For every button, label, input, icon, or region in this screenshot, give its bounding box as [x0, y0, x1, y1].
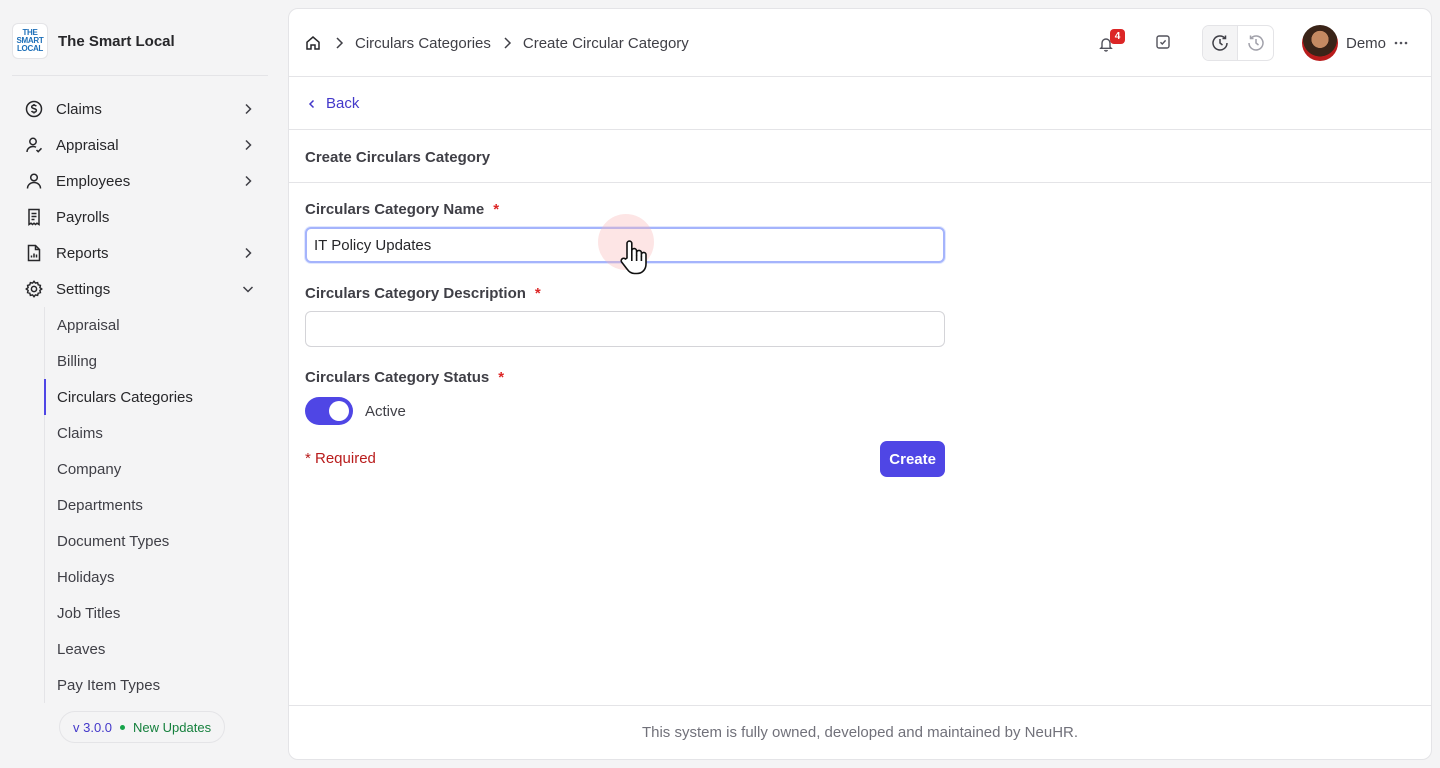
settings-item-appraisal[interactable]: Appraisal: [45, 307, 264, 343]
settings-item-holidays[interactable]: Holidays: [45, 559, 264, 595]
sidebar-item-reports[interactable]: Reports: [24, 235, 264, 271]
receipt-icon: [24, 207, 44, 227]
required-note: * Required: [305, 450, 376, 467]
status-label: Circulars Category Status *: [305, 367, 945, 387]
create-button[interactable]: Create: [880, 441, 945, 477]
back-label: Back: [326, 95, 360, 112]
sidebar: THE SMART LOCAL The Smart Local Claims A…: [0, 0, 288, 768]
more-horizontal-icon: [1394, 41, 1408, 45]
clock-in-button[interactable]: [1203, 26, 1239, 60]
user-name[interactable]: Demo: [1346, 35, 1386, 52]
page-title: Create Circulars Category: [305, 149, 491, 166]
name-label-text: Circulars Category Name: [305, 200, 485, 218]
sidebar-item-employees[interactable]: Employees: [24, 163, 264, 199]
required-asterisk: *: [493, 200, 500, 218]
footer-text: This system is fully owned, developed an…: [641, 724, 1079, 741]
create-category-form: Circulars Category Name * Circulars Cate…: [305, 199, 945, 477]
chevron-right-icon: [499, 35, 515, 51]
settings-item-billing[interactable]: Billing: [45, 343, 264, 379]
gear-icon: [24, 279, 44, 299]
sidebar-item-label: Appraisal: [56, 136, 119, 154]
sidebar-item-label: Settings: [56, 280, 111, 298]
brand[interactable]: THE SMART LOCAL The Smart Local: [12, 23, 175, 59]
user-icon: [24, 171, 44, 191]
brand-logo-line-3: LOCAL: [16, 44, 44, 53]
breadcrumb-current-page: Create Circular Category: [522, 34, 689, 52]
chevron-left-icon: [308, 99, 315, 108]
report-file-icon: [24, 243, 44, 263]
chevron-down-icon: [242, 286, 254, 293]
status-value: Active: [365, 402, 406, 420]
description-field-group: Circulars Category Description *: [305, 283, 945, 347]
category-description-input[interactable]: [305, 311, 945, 347]
footer: This system is fully owned, developed an…: [289, 705, 1431, 759]
form-actions: * Required Create: [305, 441, 945, 477]
sidebar-item-payrolls[interactable]: Payrolls: [24, 199, 264, 235]
sidebar-item-settings[interactable]: Settings: [24, 271, 264, 307]
settings-item-pay-item-types[interactable]: Pay Item Types: [45, 667, 264, 703]
chevron-right-icon: [245, 139, 252, 151]
sidebar-item-label: Reports: [56, 244, 109, 262]
user-check-icon: [24, 135, 44, 155]
sidebar-item-label: Payrolls: [56, 208, 110, 226]
breadcrumb-circulars-categories[interactable]: Circulars Categories: [355, 35, 491, 52]
settings-subnav: Appraisal Billing Circulars Categories C…: [44, 307, 264, 703]
settings-item-company[interactable]: Company: [45, 451, 264, 487]
sidebar-nav: Claims Appraisal Employees Payrolls Repo…: [24, 91, 264, 307]
title-row: Create Circulars Category: [289, 130, 1431, 183]
notification-count-badge: 4: [1110, 29, 1125, 44]
status-field-group: Circulars Category Status * Active: [305, 367, 945, 425]
name-label: Circulars Category Name *: [305, 199, 945, 219]
description-label-text: Circulars Category Description: [305, 284, 526, 302]
chevron-right-icon: [245, 103, 252, 115]
sidebar-divider: [12, 75, 268, 76]
status-toggle[interactable]: [305, 397, 353, 425]
status-label-text: Circulars Category Status: [305, 368, 490, 386]
notifications-button[interactable]: 4: [1098, 29, 1125, 53]
brand-name: The Smart Local: [58, 32, 175, 50]
back-row: Back: [289, 77, 1431, 130]
settings-item-circulars-categories[interactable]: Circulars Categories: [44, 379, 264, 415]
version-pill[interactable]: v 3.0.0 New Updates: [59, 711, 226, 743]
chevron-right-icon: [245, 247, 252, 259]
sidebar-item-appraisal[interactable]: Appraisal: [24, 127, 264, 163]
chevron-right-icon: [331, 35, 347, 51]
dollar-circle-icon: [24, 99, 44, 119]
brand-logo: THE SMART LOCAL: [12, 23, 48, 59]
required-asterisk: *: [498, 368, 505, 386]
name-field-group: Circulars Category Name *: [305, 199, 945, 263]
settings-item-claims[interactable]: Claims: [45, 415, 264, 451]
back-link[interactable]: Back: [306, 95, 359, 112]
checkbox-square-icon: [1156, 35, 1170, 49]
main-panel: Circulars Categories Create Circular Cat…: [288, 8, 1432, 760]
description-label: Circulars Category Description *: [305, 283, 945, 303]
attendance-toggle: [1202, 25, 1274, 61]
status-toggle-row: Active: [305, 397, 945, 425]
home-icon[interactable]: [305, 34, 323, 52]
tasks-button[interactable]: [1155, 34, 1173, 52]
new-updates-link: New Updates: [133, 719, 212, 735]
clock-out-icon: [1247, 35, 1264, 51]
more-options-button[interactable]: [1392, 34, 1410, 52]
sidebar-item-label: Claims: [56, 100, 102, 118]
clock-in-icon: [1212, 35, 1228, 51]
settings-item-document-types[interactable]: Document Types: [45, 523, 264, 559]
settings-item-departments[interactable]: Departments: [45, 487, 264, 523]
version-label: v 3.0.0: [73, 719, 113, 735]
avatar[interactable]: [1302, 25, 1338, 61]
settings-item-leaves[interactable]: Leaves: [45, 631, 264, 667]
required-asterisk: *: [534, 284, 541, 302]
chevron-right-icon: [245, 175, 252, 187]
sidebar-item-claims[interactable]: Claims: [24, 91, 264, 127]
settings-item-job-titles[interactable]: Job Titles: [45, 595, 264, 631]
clock-out-button[interactable]: [1238, 26, 1273, 60]
category-name-input[interactable]: [305, 227, 945, 263]
toggle-knob: [329, 401, 349, 421]
breadcrumb: Circulars Categories Create Circular Cat…: [305, 34, 689, 52]
sidebar-item-label: Employees: [56, 172, 131, 190]
top-bar: Circulars Categories Create Circular Cat…: [289, 9, 1431, 77]
update-dot-icon: [120, 724, 126, 730]
